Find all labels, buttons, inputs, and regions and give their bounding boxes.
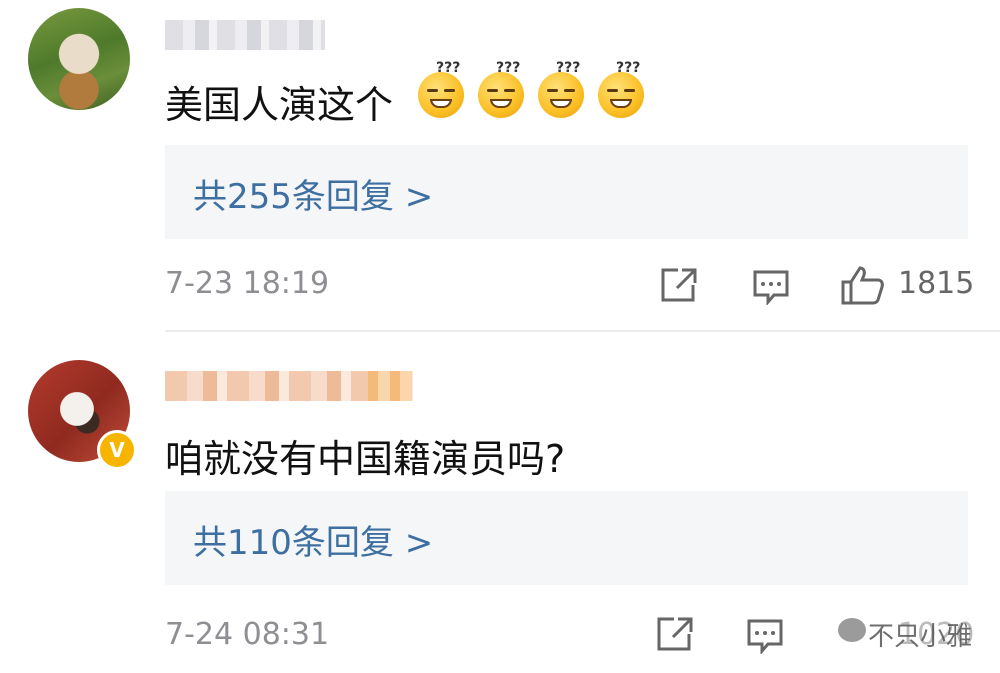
watermark-text: 不只小雅 bbox=[868, 622, 973, 652]
share-icon[interactable] bbox=[660, 267, 698, 303]
watermark: 不只小雅 bbox=[838, 612, 978, 652]
replies-label: 共255条回复 > bbox=[193, 177, 434, 217]
comment-text: 咱就没有中国籍演员吗? bbox=[165, 437, 566, 481]
replies-label: 共110条回复 > bbox=[193, 523, 434, 563]
like-count: 1815 bbox=[898, 266, 975, 301]
divider bbox=[165, 330, 1000, 332]
verified-badge-icon: V bbox=[97, 430, 137, 470]
comment-text: 美国人演这个 bbox=[165, 83, 394, 127]
thinking-grin-emoji: ??? bbox=[418, 60, 464, 118]
view-replies-button[interactable]: 共110条回复 > bbox=[165, 491, 968, 585]
thinking-grin-emoji: ??? bbox=[598, 60, 644, 118]
comment-item: 美国人演这个 ??? ??? ??? ??? 共255条回复 > 7-23 18… bbox=[0, 0, 1000, 330]
thinking-grin-emoji: ??? bbox=[478, 60, 524, 118]
wechat-icon bbox=[838, 618, 866, 642]
view-replies-button[interactable]: 共255条回复 > bbox=[165, 145, 968, 239]
thinking-grin-emoji: ??? bbox=[538, 60, 584, 118]
thumbs-up-icon[interactable] bbox=[840, 265, 886, 305]
timestamp: 7-24 08:31 bbox=[165, 617, 330, 652]
timestamp: 7-23 18:19 bbox=[165, 266, 330, 301]
avatar[interactable] bbox=[28, 8, 130, 110]
user-rank-badge-blurred bbox=[368, 371, 412, 401]
share-icon[interactable] bbox=[656, 616, 694, 652]
comment-icon[interactable] bbox=[746, 618, 784, 654]
comment-icon[interactable] bbox=[752, 269, 790, 305]
username-blurred[interactable] bbox=[165, 20, 325, 50]
emoji-group: ??? ??? ??? ??? bbox=[418, 60, 644, 118]
